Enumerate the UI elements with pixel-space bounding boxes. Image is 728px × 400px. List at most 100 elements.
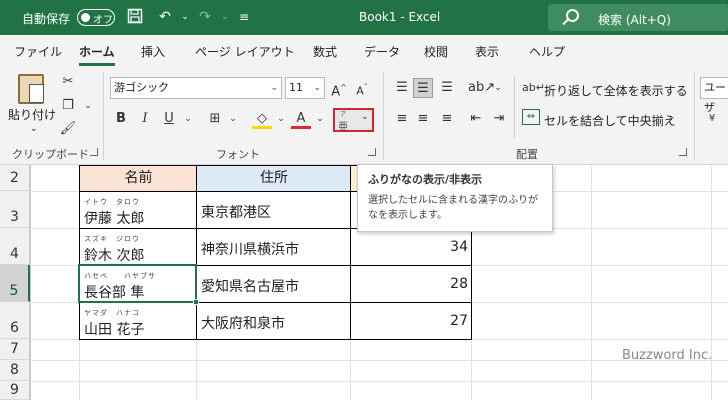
gridline [591,165,592,400]
address-text: 愛知県名古屋市 [201,279,299,295]
orientation-dropdown-icon[interactable]: ⌄ [488,78,508,98]
header-cell-name[interactable]: 名前 [79,165,197,192]
tab-help[interactable]: ヘルプ [529,43,565,60]
tab-data[interactable]: データ [364,43,400,60]
row-header[interactable]: 8 [0,360,30,381]
tab-formulas[interactable]: 数式 [313,43,337,60]
alignment-launcher-icon[interactable] [679,148,687,156]
furigana-button[interactable]: ア 亜 ⌄ [333,108,374,133]
table-cell[interactable]: 神奈川県横浜市 [196,228,351,266]
tab-view[interactable]: 表示 [475,43,499,60]
paste-button[interactable]: 貼り付け [8,106,56,123]
undo-dropdown-icon[interactable]: ⌄ [176,8,194,26]
table-cell[interactable]: 34 [350,228,472,266]
clipboard-launcher-icon[interactable] [90,148,98,156]
row-header[interactable]: 3 [0,191,30,228]
underline-dropdown-icon[interactable]: ⌄ [178,109,198,129]
autosave-label: 自動保存 [22,12,71,26]
align-center-icon[interactable]: ≡ [413,109,433,129]
orientation-icon[interactable]: ab↗ [468,78,495,98]
gridline [30,381,728,382]
toggle-knob [81,13,90,22]
tab-file[interactable]: ファイル [14,43,62,60]
paste-icon[interactable] [18,74,44,104]
font-group-label: フォント [216,148,260,161]
font-color-dropdown-icon[interactable]: ⌄ [310,109,330,129]
align-top-icon[interactable]: ☰ [392,78,412,98]
header-cell-address[interactable]: 住所 [196,165,351,192]
save-icon[interactable] [126,8,144,26]
search-box[interactable]: 検索 (Alt+Q) [548,4,728,31]
address-text: 東京都港区 [201,205,271,221]
row-header[interactable]: 9 [0,381,30,400]
align-bottom-icon[interactable]: ☰ [437,78,457,98]
search-icon [566,9,579,22]
merge-center-icon[interactable]: ⇔ [522,109,540,125]
merge-dropdown-icon[interactable]: ⌄ [668,112,676,122]
italic-button[interactable]: I [135,109,155,129]
table-cell[interactable]: 27 [350,302,472,340]
chevron-down-icon: ⌄ [270,83,278,93]
wrap-text-icon[interactable]: ab↵ [522,78,545,98]
font-size-value: 11 [289,81,303,94]
row-header[interactable]: 4 [0,228,30,265]
row-header[interactable]: 6 [0,302,30,339]
borders-dropdown-icon[interactable]: ⌄ [223,109,243,129]
font-color-button[interactable]: A [291,109,311,129]
font-size-select[interactable]: 11 ⌄ [285,77,325,99]
tab-review[interactable]: 校閲 [424,43,448,60]
font-name-select[interactable]: 游ゴシック ⌄ [110,77,282,99]
format-painter-icon[interactable]: 🖌 [58,119,78,139]
redo-dropdown-icon[interactable]: ⌄ [216,8,234,26]
currency-format-icon[interactable]: ¥ [702,109,722,129]
increase-indent-icon[interactable]: ⇥ [489,109,509,129]
borders-icon[interactable]: ⊞ [205,109,225,129]
cut-icon[interactable]: ✂ [58,72,78,92]
font-launcher-icon[interactable] [368,148,376,156]
decrease-indent-icon[interactable]: ⇤ [466,109,486,129]
row-header[interactable]: 7 [0,339,30,360]
wrap-text-button[interactable]: 折り返して全体を表示する [544,82,688,99]
merge-center-button[interactable]: セルを結合して中央揃え [544,112,676,129]
table-cell[interactable]: スズキ ジロウ 鈴木 次郎 [79,228,197,266]
table-cell[interactable]: ヤマダ ハナコ 山田 花子 [79,302,197,340]
group-divider [694,72,695,160]
tab-insert[interactable]: 挿入 [141,43,165,60]
redo-icon[interactable]: ↷ [196,8,214,26]
paste-dropdown-icon[interactable]: ⌄ [30,124,38,134]
undo-icon[interactable]: ↶ [156,8,174,26]
customize-toolbar-icon[interactable]: ≡ [235,8,253,26]
row-header[interactable]: 2 [0,165,30,191]
row-header-selected[interactable]: 5 [0,265,30,302]
gridline [30,165,31,400]
table-cell[interactable]: 東京都港区 [196,191,351,229]
bold-button[interactable]: B [111,109,131,129]
copy-icon[interactable]: ❐ [58,96,78,116]
tab-page-layout[interactable]: ページ レイアウト [195,43,295,60]
fill-color-icon[interactable]: ◇ [252,109,272,129]
furigana-text: ヤマダ ハナコ [84,309,140,317]
fill-color-dropdown-icon[interactable]: ⌄ [271,109,291,129]
align-right-icon[interactable]: ≡ [437,109,457,129]
copy-dropdown-icon[interactable]: ⌄ [78,96,98,116]
table-cell[interactable]: 愛知県名古屋市 [196,265,351,303]
number-format-select[interactable]: ユーザ [700,77,728,114]
table-cell[interactable]: 大阪府和泉市 [196,302,351,340]
name-text: 山田 花子 [84,322,145,338]
align-left-icon[interactable]: ≡ [392,109,412,129]
furigana-dropdown-icon[interactable]: ⌄ [361,112,369,122]
alignment-group-label: 配置 [516,148,538,161]
autosave-state: オフ [93,15,113,26]
table-cell[interactable]: イトウ タロウ 伊藤 太郎 [79,191,197,229]
grow-font-icon[interactable]: A^ [329,78,349,99]
underline-button[interactable]: U [159,109,179,129]
fill-handle[interactable] [193,299,199,305]
autosave-toggle[interactable]: オフ [77,9,115,26]
shrink-font-icon[interactable]: Aˇ [352,78,372,98]
font-name-value: 游ゴシック [114,81,169,94]
name-text: 伊藤 太郎 [84,211,145,227]
table-cell[interactable]: 28 [350,265,472,303]
align-middle-icon[interactable]: ☰ [413,78,433,98]
name-text: 鈴木 次郎 [84,248,145,264]
tab-home[interactable]: ホーム [79,43,115,60]
